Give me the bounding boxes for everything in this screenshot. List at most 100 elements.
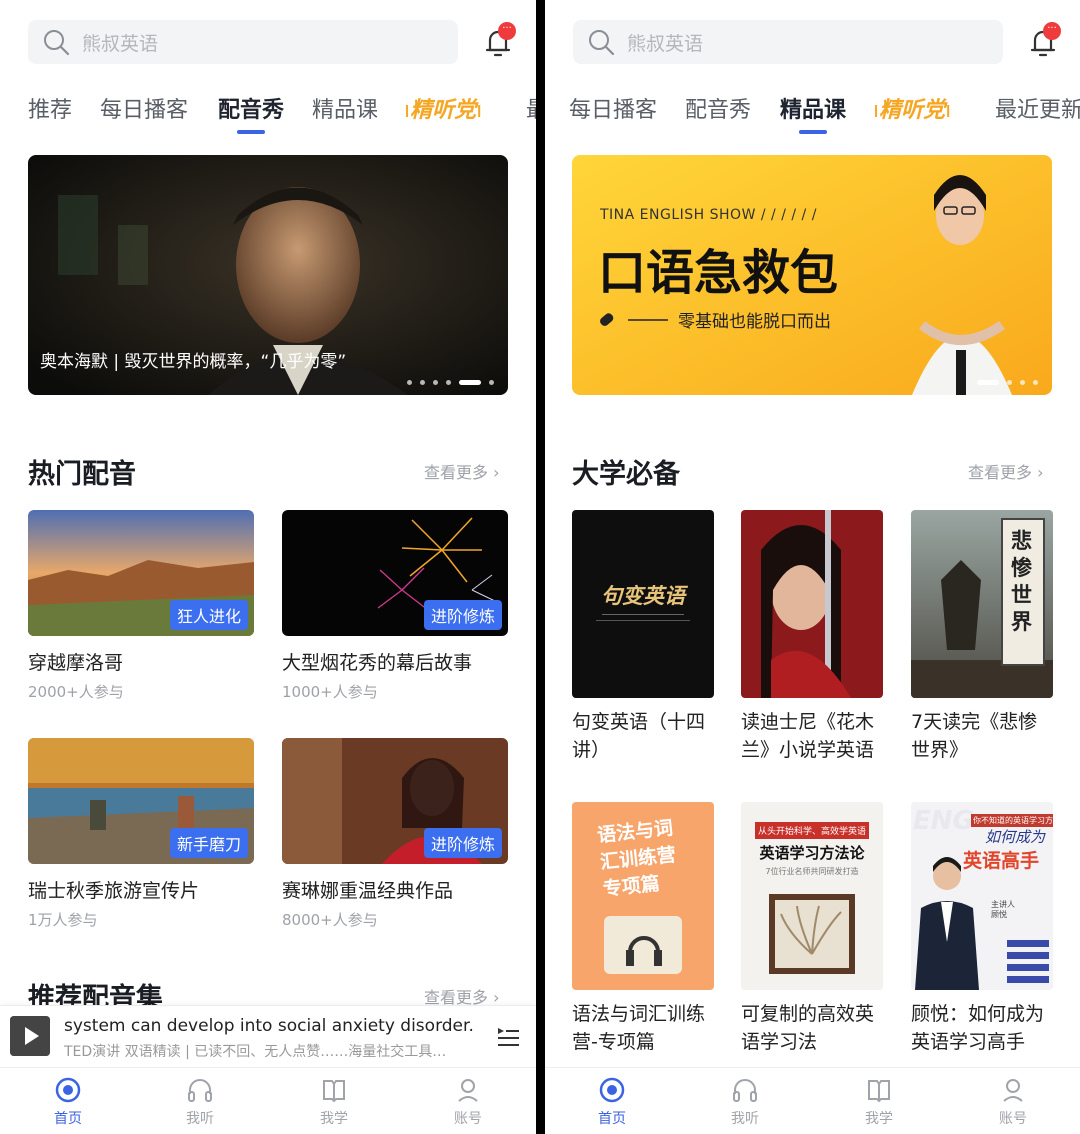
card-thumbnail: 进阶修炼: [282, 738, 508, 864]
hero-banner[interactable]: TINA ENGLISH SHOW / / / / / / 口语急救包 零基础也…: [572, 155, 1052, 395]
course-card[interactable]: 读迪士尼《花木兰》小说学英语: [741, 510, 883, 764]
course-card[interactable]: ENG 你不知道的英语学习方法 如何成为 英语高手 主讲人 顾悦 顾悦：如何成为…: [911, 802, 1053, 1056]
view-more-link[interactable]: 查看更多 ›: [424, 459, 500, 483]
active-tab-indicator: [799, 130, 827, 134]
cover-title: 句变英语: [601, 584, 685, 608]
course-title: 句变英语（十四讲）: [572, 711, 706, 761]
home-icon: [599, 1077, 625, 1103]
search-icon: [589, 30, 615, 56]
nav-listen[interactable]: 我听: [705, 1076, 785, 1128]
home-icon: [55, 1077, 81, 1103]
course-cover: 句变英语: [572, 510, 714, 698]
tab-recent[interactable]: 最: [526, 92, 536, 124]
nav-account[interactable]: 账号: [428, 1076, 508, 1128]
nav-label: 首页: [598, 1111, 626, 1127]
bottom-nav: 首页 我听 我学 账号: [0, 1067, 536, 1134]
nav-label: 账号: [454, 1111, 482, 1127]
nav-label: 我学: [320, 1111, 348, 1127]
banner-headline: 口语急救包: [598, 245, 839, 301]
search-bar[interactable]: 熊叔英语: [573, 20, 1003, 64]
course-card[interactable]: 从头开始科学、高效学英语 英语学习方法论 7位行业名师共同研发打造 可复制的高效…: [741, 802, 883, 1056]
section-title-college-essentials: 大学必备: [572, 459, 680, 490]
tab-recent[interactable]: 最近更新: [995, 92, 1080, 124]
player-track-title: TED演讲 双语精读 | 已读不回、无人点赞……海量社交工具…: [64, 1044, 447, 1060]
tab-dubbing-show[interactable]: 配音秀: [218, 92, 284, 134]
nav-label: 账号: [999, 1111, 1027, 1127]
card-participants: 2000+人参与: [28, 683, 124, 701]
carousel-dots: [977, 380, 1038, 385]
course-card[interactable]: 悲惨世界 7天读完《悲惨世界》: [911, 510, 1053, 764]
search-bar[interactable]: 熊叔英语: [28, 20, 458, 64]
cover-title: 语法与词汇训练营专项篇: [596, 816, 677, 901]
view-more-link[interactable]: 查看更多 ›: [968, 459, 1044, 483]
course-cover: 悲惨世界: [911, 510, 1053, 698]
course-cover: 从头开始科学、高效学英语 英语学习方法论 7位行业名师共同研发打造: [741, 802, 883, 990]
notification-badge: ···: [498, 22, 516, 40]
player-subtitle-line: system can develop into social anxiety d…: [64, 1016, 474, 1036]
tab-label: 精听党: [879, 98, 946, 123]
nav-account[interactable]: 账号: [973, 1076, 1053, 1128]
course-card[interactable]: 语法与词汇训练营专项篇 语法与词汇训练营-专项篇: [572, 802, 714, 1056]
card-title: 瑞士秋季旅游宣传片: [28, 880, 200, 902]
book-icon: [323, 1080, 345, 1103]
tab-daily-podcast[interactable]: 每日播客: [100, 92, 188, 124]
nav-learn[interactable]: 我学: [839, 1076, 919, 1128]
notification-button[interactable]: ···: [1023, 22, 1063, 60]
tab-bar: 推荐 每日播客 配音秀 精品课 ı精听党ı 最: [0, 92, 536, 142]
banner-caption: 奥本海默 | 毁灭世界的概率，“几乎为零”: [40, 352, 347, 372]
notification-badge: ···: [1043, 22, 1061, 40]
tab-dubbing-show[interactable]: 配音秀: [685, 92, 751, 124]
user-icon: [1003, 1079, 1023, 1102]
notification-button[interactable]: ···: [478, 22, 518, 60]
section-title-hot-dubbing: 热门配音: [28, 459, 136, 490]
player-artwork: [10, 1016, 50, 1056]
course-card[interactable]: 句变英语 句变英语（十四讲）: [572, 510, 714, 764]
card-thumbnail: 进阶修炼: [282, 510, 508, 636]
dubbing-card[interactable]: 进阶修炼 赛琳娜重温经典作品 8000+人参与: [282, 738, 508, 930]
tab-intensive-listening[interactable]: ı精听党ı: [404, 92, 482, 124]
card-participants: 1000+人参与: [282, 683, 378, 701]
dubbing-card[interactable]: 狂人进化 穿越摩洛哥 2000+人参与: [28, 510, 254, 702]
tab-intensive-listening[interactable]: ı精听党ı: [873, 92, 951, 124]
course-cover: 语法与词汇训练营专项篇: [572, 802, 714, 990]
playlist-icon[interactable]: [496, 1024, 520, 1048]
nav-listen[interactable]: 我听: [160, 1076, 240, 1128]
tab-premium-course[interactable]: 精品课: [780, 92, 847, 134]
hero-banner[interactable]: 奥本海默 | 毁灭世界的概率，“几乎为零”: [28, 155, 508, 395]
nav-home[interactable]: 首页: [572, 1076, 652, 1128]
bottom-nav: 首页 我听 我学 账号: [545, 1067, 1080, 1134]
course-cover: [741, 510, 883, 698]
tab-bar: 每日播客 配音秀 精品课 ı精听党ı 最近更新: [545, 92, 1080, 142]
nav-learn[interactable]: 我学: [294, 1076, 374, 1128]
card-title: 赛琳娜重温经典作品: [282, 880, 454, 902]
course-title: 7天读完《悲惨世界》: [911, 711, 1038, 761]
tab-daily-podcast[interactable]: 每日播客: [569, 92, 657, 124]
card-tag: 进阶修炼: [423, 600, 502, 630]
card-thumbnail: 新手磨刀: [28, 738, 254, 864]
course-cover: ENG 你不知道的英语学习方法 如何成为 英语高手 主讲人 顾悦: [911, 802, 1053, 990]
right-screen: 熊叔英语 ··· 每日播客 配音秀 精品课 ı精听党ı 最近更新 TINA EN…: [545, 0, 1080, 1134]
dubbing-card[interactable]: 进阶修炼 大型烟花秀的幕后故事 1000+人参与: [282, 510, 508, 702]
nav-home[interactable]: 首页: [28, 1076, 108, 1128]
card-tag: 狂人进化: [169, 600, 248, 630]
cover-kicker: 从头开始科学、高效学英语: [755, 822, 869, 839]
tab-recommend[interactable]: 推荐: [28, 92, 72, 124]
search-icon: [44, 30, 70, 56]
card-title: 大型烟花秀的幕后故事: [282, 652, 473, 674]
headphones-icon: [733, 1079, 757, 1102]
course-title: 可复制的高效英语学习法: [741, 1003, 875, 1053]
dubbing-card[interactable]: 新手磨刀 瑞士秋季旅游宣传片 1万人参与: [28, 738, 254, 930]
tab-premium-course[interactable]: 精品课: [312, 92, 378, 124]
nav-label: 首页: [54, 1111, 82, 1127]
tab-label: 精听党: [410, 98, 477, 123]
tab-label: 精品课: [780, 98, 847, 123]
card-thumbnail: 狂人进化: [28, 510, 254, 636]
nav-label: 我学: [865, 1111, 893, 1127]
mini-player[interactable]: system can develop into social anxiety d…: [0, 1005, 536, 1067]
search-placeholder: 熊叔英语: [627, 32, 704, 55]
nav-label: 我听: [186, 1111, 214, 1127]
course-title: 读迪士尼《花木兰》小说学英语: [741, 711, 875, 761]
headphones-icon: [188, 1079, 212, 1102]
left-screen: 熊叔英语 ··· 推荐 每日播客 配音秀 精品课 ı精听党ı 最 奥本海默 | …: [0, 0, 536, 1134]
card-participants: 1万人参与: [28, 911, 98, 929]
